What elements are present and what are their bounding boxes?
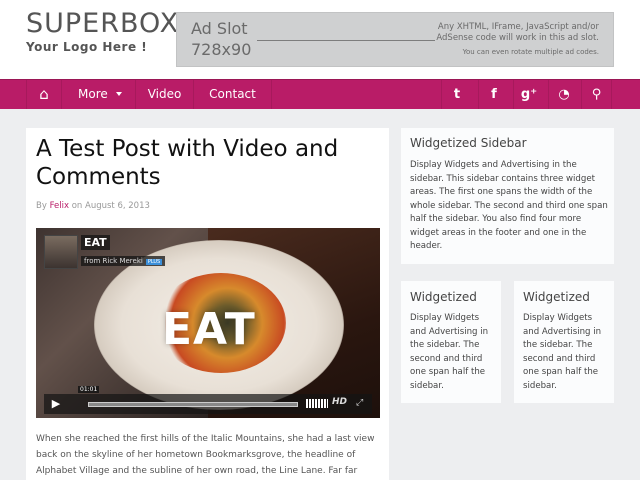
play-button[interactable]: ▶	[44, 394, 68, 414]
facebook-icon: f	[491, 87, 497, 102]
video-author-text: from Rick Mereki	[84, 257, 143, 265]
post-date: August 6, 2013	[85, 201, 150, 211]
widget-text: Display Widgets and Advertising in the s…	[523, 313, 602, 391]
ad-text-line-2: AdSense code will work in this ad slot.	[436, 33, 599, 44]
nav-item-more-label: More	[78, 87, 108, 101]
home-icon: ⌂	[39, 85, 49, 103]
byline-on: on	[71, 201, 83, 211]
site-header: SUPERBOX Your Logo Here ! Ad Slot 728x90…	[0, 0, 640, 79]
search-icon: ⚲	[591, 87, 602, 102]
video-controls: ▶ 01:01 HD ⤢	[44, 386, 372, 414]
ad-slot-banner[interactable]: Ad Slot 728x90 Any XHTML, IFrame, JavaSc…	[176, 12, 614, 67]
ad-slot-size: 728x90	[191, 40, 252, 59]
post-author-link[interactable]: Felix	[50, 201, 69, 211]
volume-icon[interactable]	[306, 399, 328, 408]
ad-text-line-1: Any XHTML, IFrame, JavaScript and/or	[437, 22, 599, 32]
sidebar-widget-main: Widgetized Sidebar Display Widgets and A…	[401, 128, 614, 264]
search-button[interactable]: ⚲	[581, 80, 612, 109]
facebook-button[interactable]: f	[478, 80, 509, 109]
widget-text: Display Widgets and Advertising in the s…	[410, 313, 489, 391]
main-nav: ⌂ More Video Contact t f g⁺ ◔ ⚲	[0, 79, 640, 109]
video-progress-bar[interactable]	[88, 402, 298, 407]
twitter-icon: t	[453, 87, 461, 102]
rss-button[interactable]: ◔	[548, 80, 579, 109]
site-logo-title[interactable]: SUPERBOX	[26, 8, 179, 40]
video-channel-avatar[interactable]	[44, 235, 78, 269]
video-author-line[interactable]: from Rick Mereki PLUS	[81, 256, 166, 266]
nav-item-video[interactable]: Video	[136, 80, 194, 109]
hd-toggle[interactable]: HD	[332, 397, 347, 407]
post-title[interactable]: A Test Post with Video and Comments	[36, 136, 376, 191]
google-plus-button[interactable]: g⁺	[513, 80, 544, 109]
rss-icon: ◔	[558, 87, 570, 102]
widget-text: Display Widgets and Advertising in the s…	[410, 160, 608, 252]
post-article: A Test Post with Video and Comments By F…	[26, 128, 389, 480]
ad-slot-divider	[257, 40, 435, 41]
byline-by: By	[36, 201, 47, 211]
chevron-down-icon	[116, 92, 122, 96]
sidebar-widget-right: Widgetized Display Widgets and Advertisi…	[514, 281, 614, 403]
fullscreen-icon: ⤢	[356, 398, 364, 408]
ad-slot-description: Any XHTML, IFrame, JavaScript and/or AdS…	[424, 22, 599, 45]
ad-text-line-3: You can even rotate multiple ad codes.	[462, 48, 599, 56]
video-title-link[interactable]: EAT	[81, 235, 110, 250]
widget-title: Widgetized	[523, 290, 590, 304]
play-icon: ▶	[51, 397, 61, 410]
video-player[interactable]: EAT from Rick Mereki PLUS EAT ▶ 01:01 HD …	[36, 228, 380, 418]
google-plus-icon: g⁺	[520, 87, 538, 102]
ad-slot-title: Ad Slot	[191, 19, 248, 38]
fullscreen-button[interactable]: ⤢	[356, 398, 363, 408]
twitter-button[interactable]: t	[441, 80, 472, 109]
post-body-text: When she reached the first hills of the …	[36, 434, 375, 476]
sidebar-widget-left: Widgetized Display Widgets and Advertisi…	[401, 281, 501, 403]
nav-home[interactable]: ⌂	[26, 80, 62, 109]
nav-item-contact[interactable]: Contact	[194, 80, 272, 109]
video-overlay-title: EAT	[162, 304, 256, 355]
nav-item-more[interactable]: More	[62, 80, 136, 109]
post-byline: By Felix on August 6, 2013	[36, 201, 150, 211]
site-logo-subtitle: Your Logo Here !	[26, 40, 148, 54]
widget-title: Widgetized	[410, 290, 477, 304]
video-time: 01:01	[78, 386, 100, 393]
widget-title: Widgetized Sidebar	[410, 136, 527, 150]
video-plus-badge: PLUS	[145, 259, 163, 265]
